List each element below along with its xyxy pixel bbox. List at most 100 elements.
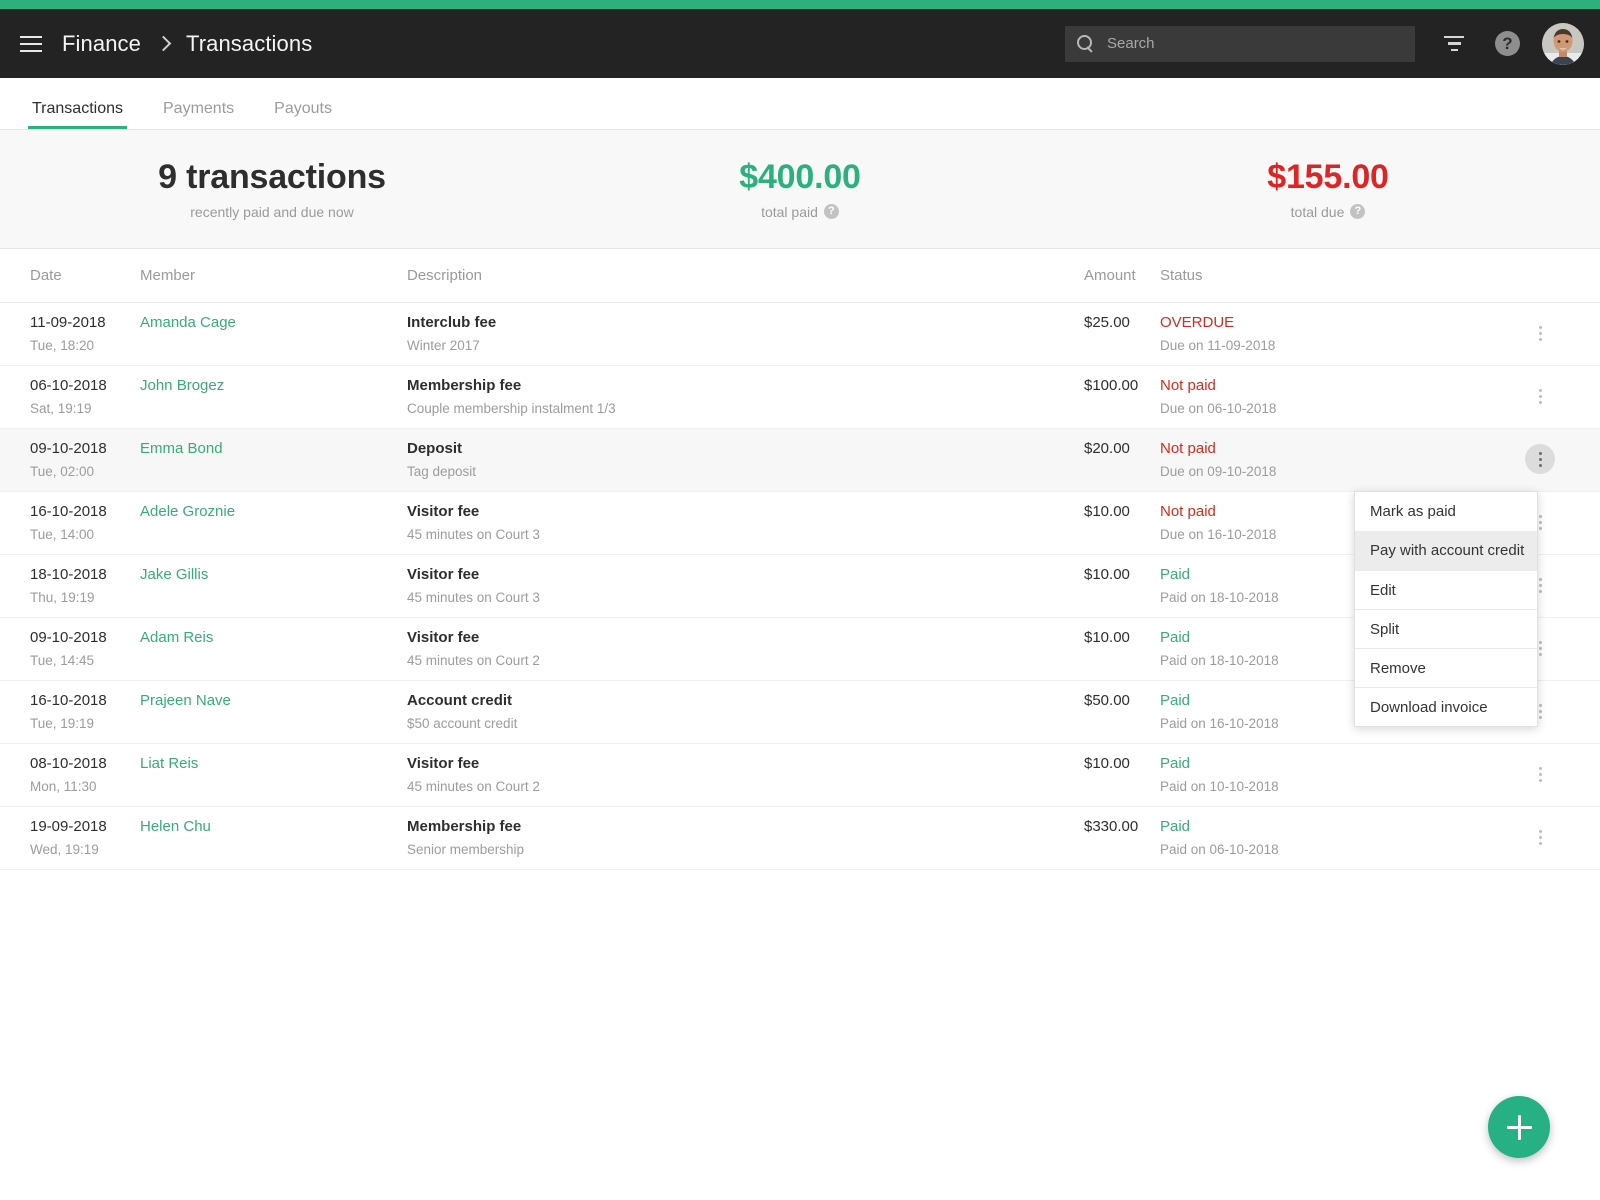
status-badge: OVERDUE bbox=[1160, 314, 1235, 331]
description-detail: Tag deposit bbox=[407, 464, 477, 480]
row-actions-kebab-icon[interactable] bbox=[1525, 822, 1555, 852]
transaction-amount: $50.00 bbox=[1084, 692, 1130, 709]
transaction-count-label: recently paid and due now bbox=[0, 204, 544, 220]
cell-amount: $20.00 bbox=[992, 440, 1160, 457]
row-actions-dropdown: Mark as paid Pay with account credit Edit S… bbox=[1354, 491, 1538, 727]
dropdown-menu-item[interactable]: Edit bbox=[1355, 570, 1537, 609]
member-link[interactable]: Jake Gillis bbox=[140, 566, 407, 583]
cell-actions bbox=[1515, 755, 1600, 789]
transaction-date: 19-09-2018 bbox=[30, 818, 107, 835]
cell-member: Jake Gillis bbox=[140, 566, 407, 583]
description-title: Visitor fee bbox=[407, 629, 480, 646]
cell-description: Membership fee Couple membership instalme… bbox=[407, 377, 992, 417]
member-link[interactable]: Prajeen Nave bbox=[140, 692, 407, 709]
help-icon[interactable]: ? bbox=[1495, 31, 1520, 56]
total-due-value: $155.00 bbox=[1267, 158, 1389, 197]
status-detail: Due on 11-09-2018 bbox=[1160, 338, 1276, 354]
member-link[interactable]: Liat Reis bbox=[140, 755, 407, 772]
status-badge: Not paid bbox=[1160, 377, 1216, 394]
member-link[interactable]: Emma Bond bbox=[140, 440, 407, 457]
member-link[interactable]: Amanda Cage bbox=[140, 314, 407, 331]
cell-member: Liat Reis bbox=[140, 755, 407, 772]
top-header-bar: Finance Transactions ? bbox=[0, 9, 1600, 78]
transaction-date: 11-09-2018 bbox=[30, 314, 106, 331]
description-detail: $50 account credit bbox=[407, 716, 518, 732]
dropdown-menu-item[interactable]: Download invoice bbox=[1355, 687, 1537, 726]
app-page: Finance Transactions ? bbox=[0, 0, 1600, 1200]
table-row[interactable]: 06-10-2018 Sat, 19:19 John Brogez Membershi… bbox=[0, 366, 1600, 429]
tab-transactions[interactable]: Transactions bbox=[28, 100, 127, 129]
dropdown-menu-item[interactable]: Mark as paid bbox=[1355, 492, 1537, 531]
cell-description: Deposit Tag deposit bbox=[407, 440, 992, 480]
dropdown-menu-item[interactable]: Remove bbox=[1355, 648, 1537, 687]
description-detail: Senior membership bbox=[407, 842, 525, 858]
transaction-date: 06-10-2018 bbox=[30, 377, 107, 394]
cell-date: 16-10-2018 Tue, 14:00 bbox=[0, 503, 140, 543]
table-row[interactable]: 09-10-2018 Tue, 02:00 Emma Bond Deposit Tag … bbox=[0, 429, 1600, 492]
total-paid-text: total paid bbox=[761, 203, 818, 220]
cell-date: 11-09-2018 Tue, 18:20 bbox=[0, 314, 140, 354]
cell-member: Emma Bond bbox=[140, 440, 407, 457]
cell-status: Not paid Due on 06-10-2018 bbox=[1160, 377, 1515, 417]
member-link[interactable]: Adele Groznie bbox=[140, 503, 407, 520]
hamburger-menu-icon[interactable] bbox=[14, 27, 48, 61]
transaction-time: Thu, 19:19 bbox=[30, 590, 95, 606]
description-detail: 45 minutes on Court 2 bbox=[407, 779, 540, 795]
breadcrumb-current[interactable]: Transactions bbox=[186, 31, 312, 57]
transaction-amount: $10.00 bbox=[1084, 566, 1130, 583]
summary-total-due: $155.00 total due ? bbox=[1056, 158, 1600, 219]
description-title: Membership fee bbox=[407, 377, 522, 394]
description-title: Visitor fee bbox=[407, 566, 480, 583]
tab-payouts[interactable]: Payouts bbox=[272, 100, 334, 129]
top-accent-bar bbox=[0, 0, 1600, 9]
cell-amount: $100.00 bbox=[992, 377, 1160, 394]
transaction-amount: $25.00 bbox=[1084, 314, 1130, 331]
member-link[interactable]: John Brogez bbox=[140, 377, 407, 394]
summary-count: 9 transactions recently paid and due now bbox=[0, 158, 544, 219]
table-row[interactable]: 11-09-2018 Tue, 18:20 Amanda Cage Interclub… bbox=[0, 303, 1600, 366]
cell-description: Visitor fee 45 minutes on Court 3 bbox=[407, 503, 992, 543]
row-actions-kebab-icon[interactable] bbox=[1525, 444, 1555, 474]
description-detail: 45 minutes on Court 3 bbox=[407, 527, 540, 543]
cell-actions bbox=[1515, 314, 1600, 348]
transaction-amount: $20.00 bbox=[1084, 440, 1130, 457]
cell-member: Adele Groznie bbox=[140, 503, 407, 520]
table-row[interactable]: 08-10-2018 Mon, 11:30 Liat Reis Visitor fee… bbox=[0, 744, 1600, 807]
avatar[interactable] bbox=[1542, 22, 1584, 65]
description-detail: 45 minutes on Court 2 bbox=[407, 653, 540, 669]
status-detail: Paid on 06-10-2018 bbox=[1160, 842, 1279, 858]
cell-actions bbox=[1515, 440, 1600, 474]
filter-icon[interactable] bbox=[1437, 27, 1471, 61]
row-actions-kebab-icon[interactable] bbox=[1525, 381, 1555, 411]
transaction-time: Tue, 14:00 bbox=[30, 527, 95, 543]
status-detail: Due on 09-10-2018 bbox=[1160, 464, 1277, 480]
transaction-amount: $330.00 bbox=[1084, 818, 1139, 835]
member-link[interactable]: Adam Reis bbox=[140, 629, 407, 646]
description-title: Visitor fee bbox=[407, 755, 480, 772]
row-actions-kebab-icon[interactable] bbox=[1525, 318, 1555, 348]
description-title: Interclub fee bbox=[407, 314, 497, 331]
cell-status: Not paid Due on 09-10-2018 bbox=[1160, 440, 1515, 480]
dropdown-menu-item[interactable]: Split bbox=[1355, 609, 1537, 648]
cell-amount: $25.00 bbox=[992, 314, 1160, 331]
search-input[interactable] bbox=[1107, 35, 1403, 52]
member-link[interactable]: Helen Chu bbox=[140, 818, 407, 835]
search-box[interactable] bbox=[1065, 25, 1415, 62]
transaction-amount: $10.00 bbox=[1084, 629, 1130, 646]
total-paid-help-icon[interactable]: ? bbox=[823, 204, 839, 220]
dropdown-menu-item[interactable]: Pay with account credit bbox=[1355, 531, 1537, 570]
row-actions-kebab-icon[interactable] bbox=[1525, 759, 1555, 789]
transaction-time: Sat, 19:19 bbox=[30, 401, 92, 417]
description-detail: Couple membership instalment 1/3 bbox=[407, 401, 616, 417]
column-header-description: Description bbox=[407, 267, 483, 284]
cell-amount: $50.00 bbox=[992, 692, 1160, 709]
table-row[interactable]: 19-09-2018 Wed, 19:19 Helen Chu Membership … bbox=[0, 807, 1600, 870]
cell-status: OVERDUE Due on 11-09-2018 bbox=[1160, 314, 1515, 354]
breadcrumb-root[interactable]: Finance bbox=[62, 31, 141, 57]
cell-amount: $10.00 bbox=[992, 755, 1160, 772]
tab-payments[interactable]: Payments bbox=[161, 100, 236, 129]
transaction-date: 18-10-2018 bbox=[30, 566, 107, 583]
total-due-help-icon[interactable]: ? bbox=[1350, 204, 1366, 220]
add-transaction-button[interactable]: + bbox=[1488, 1096, 1550, 1158]
cell-member: Helen Chu bbox=[140, 818, 407, 835]
